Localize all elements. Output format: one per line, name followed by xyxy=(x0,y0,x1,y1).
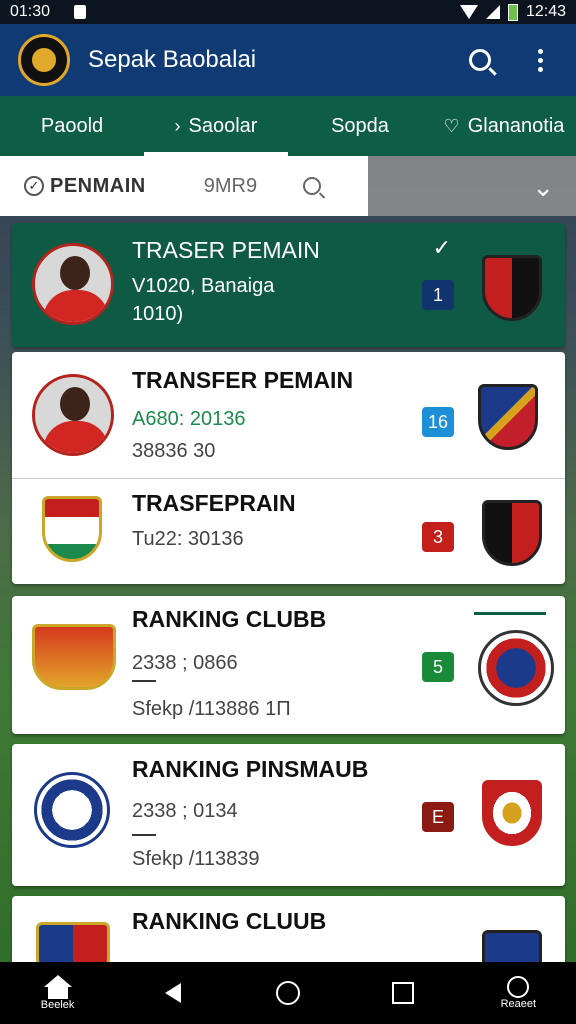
filter-check-icon[interactable]: ✓ xyxy=(24,176,44,196)
tab-sopda[interactable]: Sopda xyxy=(288,96,432,156)
card-title: RANKING CLUBB xyxy=(132,606,327,632)
tab-paoold[interactable]: Paoold xyxy=(0,96,144,156)
club-crest xyxy=(36,922,110,966)
tab-saoolar[interactable]: › Saoolar xyxy=(144,96,288,156)
card-title: TRASER PEMAIN xyxy=(132,237,320,263)
status-clock: 12:43 xyxy=(525,3,566,20)
ranking-card[interactable]: RANKING PINSMAUB 2338 ; 0134 Sfekp /1138… xyxy=(12,744,565,886)
tab-label: Paoold xyxy=(40,114,104,137)
home-nav-button[interactable]: Beelek xyxy=(13,975,103,1011)
club-crest xyxy=(34,772,110,848)
chat-nav-button[interactable]: Reaeet xyxy=(473,976,563,1010)
rank-badge: E xyxy=(422,802,454,832)
back-icon xyxy=(164,983,181,1003)
battery-icon xyxy=(507,3,518,21)
back-button[interactable] xyxy=(128,983,218,1003)
check-icon: ✓ xyxy=(432,235,451,260)
club-crest xyxy=(482,780,542,850)
card-detail: Tu22: 30136 xyxy=(132,528,244,550)
card-detail: 2338 ; 0866 xyxy=(132,652,238,674)
filter-dropdown[interactable]: ⌄ xyxy=(368,156,576,216)
tab-bar: Paoold › Saoolar Sopda ♡ Glananotia xyxy=(0,96,576,156)
player-avatar xyxy=(32,243,114,325)
card-title: RANKING CLUUB xyxy=(132,908,327,934)
tab-glananotia[interactable]: ♡ Glananotia xyxy=(432,96,576,156)
club-crest xyxy=(478,630,554,706)
news-card-featured[interactable]: TRASER PEMAIN V1020, Banaiga 1010) ✓ 1 xyxy=(12,223,565,347)
count-badge: 3 xyxy=(422,522,454,552)
card-title[interactable]: TRASFEPRAIN xyxy=(132,490,296,517)
chevron-down-icon[interactable]: ⌄ xyxy=(532,172,554,203)
search-icon[interactable] xyxy=(303,177,322,195)
card-detail: 38836 30 xyxy=(132,440,216,462)
sim-card-icon xyxy=(74,5,87,19)
home-icon xyxy=(43,975,72,987)
recents-icon xyxy=(392,982,415,1004)
tab-label: Glananotia xyxy=(467,114,565,137)
card-detail: Sfekp /113886 1П xyxy=(132,698,291,720)
filter-label[interactable]: PENMAIN xyxy=(50,175,146,198)
card-title[interactable]: TRANSFER PEMAIN xyxy=(132,367,353,394)
ranking-card[interactable]: RANKING CLUBB 2338 ; 0866 Sfekp /113886 … xyxy=(12,596,565,734)
nav-label: Reaeet xyxy=(500,998,537,1010)
more-vert-icon xyxy=(537,48,543,72)
app-bar: Sepak Baobalai xyxy=(0,24,576,96)
news-card-group: TRANSFER PEMAIN A680: 20136 38836 30 16 … xyxy=(12,352,565,584)
app-title: Sepak Baobalai xyxy=(88,46,257,73)
club-crest xyxy=(32,624,116,694)
status-time: 01:30 xyxy=(10,3,51,20)
search-icon xyxy=(469,49,491,71)
count-badge: 16 xyxy=(422,407,454,437)
club-crest xyxy=(42,496,102,566)
card-detail: A680: 20136 xyxy=(132,408,246,430)
club-crest xyxy=(482,930,542,966)
club-crest xyxy=(478,384,538,454)
count-badge: 1 xyxy=(422,280,454,310)
chevron-right-icon: › xyxy=(174,115,181,136)
navigation-bar: Beelek Reaeet xyxy=(0,962,576,1024)
card-title: RANKING PINSMAUB xyxy=(132,756,369,782)
home-button[interactable] xyxy=(243,981,333,1005)
wifi-icon xyxy=(459,5,478,19)
ranking-card[interactable]: RANKING CLUUB xyxy=(12,896,565,966)
card-detail: 2338 ; 0134 xyxy=(132,800,238,822)
recents-button[interactable] xyxy=(358,982,448,1004)
signal-icon xyxy=(485,5,500,19)
card-detail: Sfekp /113839 xyxy=(132,848,260,870)
club-crest xyxy=(482,500,542,570)
heart-shield-icon: ♡ xyxy=(443,115,460,136)
player-avatar xyxy=(32,374,114,456)
card-detail: 1010) xyxy=(132,303,184,325)
club-crest xyxy=(482,255,542,325)
tab-label: Sopda xyxy=(331,114,389,137)
rank-badge: 5 xyxy=(422,652,454,682)
nav-label: Beelek xyxy=(40,999,75,1011)
status-bar: 01:30 12:43 xyxy=(0,0,576,24)
filter-sort[interactable]: 9MR9 xyxy=(204,175,257,198)
more-options-button[interactable] xyxy=(518,38,562,82)
home-circle-icon xyxy=(275,981,300,1005)
tab-label: Saoolar xyxy=(188,114,258,137)
search-button[interactable] xyxy=(458,38,502,82)
app-logo xyxy=(18,34,70,86)
chat-icon xyxy=(507,976,530,998)
card-detail: V1020, Banaiga xyxy=(132,275,275,297)
filter-bar: ✓ PENMAIN 9MR9 xyxy=(0,156,368,216)
